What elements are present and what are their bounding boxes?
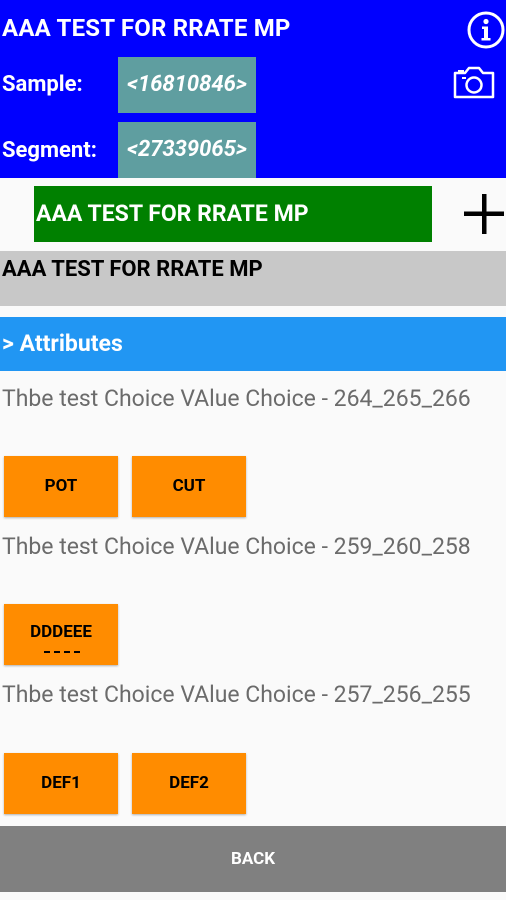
item-name-bar: AAA TEST FOR RRATE MP — [0, 251, 506, 306]
choice-button-dddeee[interactable]: DDDEEE — [4, 604, 118, 665]
choice-button-cut[interactable]: CUT — [132, 456, 246, 517]
question-text: Thbe test Choice VAlue Choice - 264_265_… — [2, 385, 471, 412]
choice-button-def2[interactable]: DEF2 — [132, 753, 246, 814]
back-button[interactable]: BACK — [0, 826, 506, 892]
segment-field[interactable]: <27339065> — [118, 122, 256, 178]
attributes-section-header[interactable]: > Attributes — [0, 317, 506, 371]
item-selector-dropdown[interactable]: AAA TEST FOR RRATE MP — [34, 186, 432, 242]
choice-button-label: DDDEEE — [30, 622, 92, 642]
camera-icon[interactable] — [452, 64, 496, 100]
question-text: Thbe test Choice VAlue Choice - 259_260_… — [2, 533, 471, 560]
question-text: Thbe test Choice VAlue Choice - 257_256_… — [2, 681, 471, 708]
sample-label: Sample: — [2, 72, 83, 97]
info-circle-icon[interactable] — [466, 10, 506, 50]
plus-icon[interactable] — [462, 192, 506, 236]
segment-label: Segment: — [2, 138, 97, 163]
app-header: AAA TEST FOR RRATE MP Sample: <16810846>… — [0, 0, 506, 178]
choice-button-def1[interactable]: DEF1 — [4, 753, 118, 814]
sample-field[interactable]: <16810846> — [118, 57, 256, 113]
choice-button-pot[interactable]: POT — [4, 456, 118, 517]
page-title: AAA TEST FOR RRATE MP — [2, 14, 291, 42]
truncated-text-marker — [44, 651, 80, 655]
